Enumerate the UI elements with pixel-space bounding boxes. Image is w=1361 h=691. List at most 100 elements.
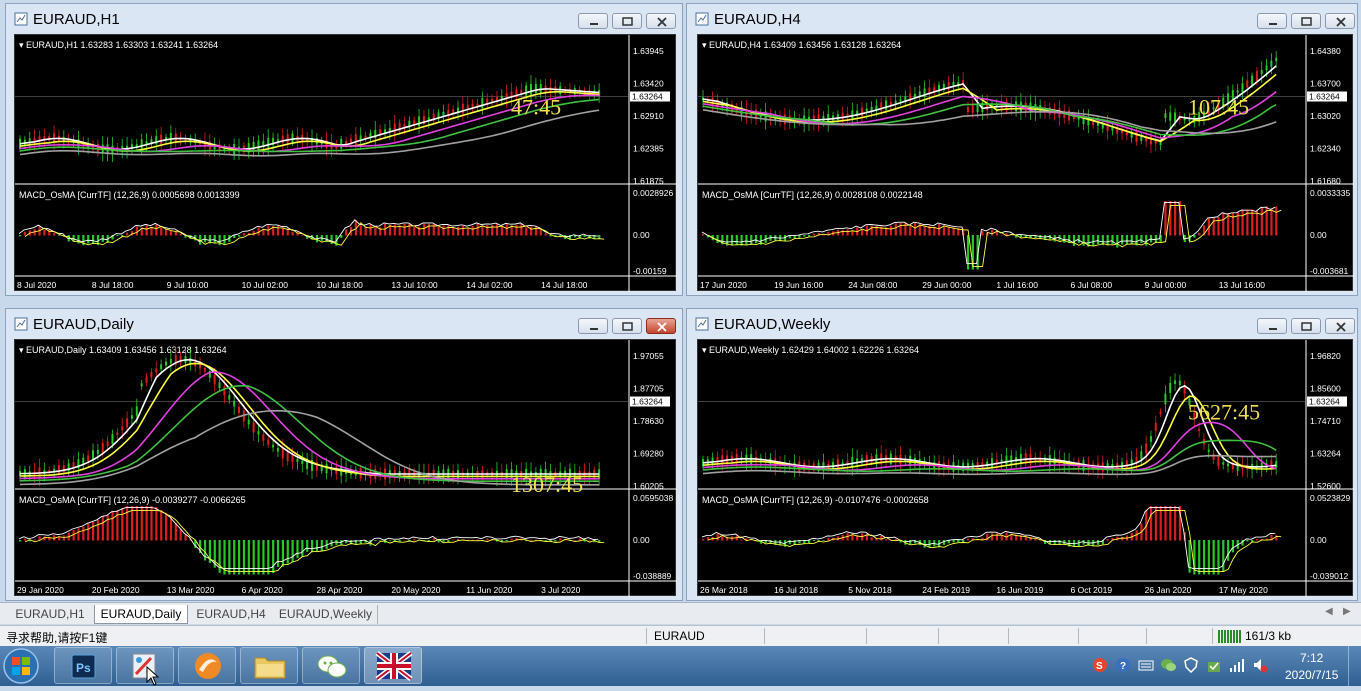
chart-header: ▾ EURAUD,Weekly 1.62429 1.64002 1.62226 … [702, 345, 919, 355]
candle-body [1174, 380, 1177, 384]
window-title: EURAUD,Weekly [714, 316, 831, 333]
chart-area[interactable]: ▾ EURAUD,Weekly 1.62429 1.64002 1.62226 … [697, 339, 1354, 597]
macd-bar [1130, 235, 1133, 245]
taskbar-wechat[interactable] [302, 647, 360, 684]
close-button[interactable] [1325, 318, 1355, 334]
tray-security-icon[interactable] [1206, 657, 1222, 678]
taskbar-paint[interactable] [116, 647, 174, 684]
browser-icon [195, 653, 221, 679]
connection-bars-icon [1218, 630, 1242, 646]
macd-bar [160, 227, 163, 236]
restore-button[interactable] [612, 318, 642, 334]
macd-bar [291, 231, 294, 236]
macd-bar [1164, 201, 1167, 236]
macd-bar [398, 540, 401, 542]
tab-euraud-h1[interactable]: EURAUD,H1 [8, 605, 92, 624]
tray-network-icon[interactable] [1229, 657, 1245, 678]
clock-date[interactable]: 2020/7/15 [1285, 668, 1338, 682]
chart-window-icon [695, 12, 709, 26]
macd-bar [286, 540, 289, 564]
scroll-right-icon[interactable]: ▶ [1343, 606, 1351, 617]
tab-euraud-daily[interactable]: EURAUD,Daily [94, 605, 188, 624]
chart-area[interactable]: ▾ EURAUD,H1 1.63283 1.63303 1.63241 1.63… [14, 34, 677, 292]
price-chart[interactable]: ▾ EURAUD,H1 1.63283 1.63303 1.63241 1.63… [15, 35, 677, 292]
taskbar-explorer[interactable] [240, 647, 298, 684]
chart-window-daily[interactable]: EURAUD,Daily ▾ EURAUD,Daily 1.63409 1.63… [5, 308, 683, 601]
candle-body [223, 386, 226, 396]
chart-window-h1[interactable]: EURAUD,H1 ▾ EURAUD,H1 1.63283 1.63303 1.… [5, 3, 683, 296]
show-desktop-button[interactable] [1348, 646, 1361, 686]
macd-bar [233, 540, 236, 575]
price-tick-label: 1.63945 [633, 46, 664, 56]
chart-window-icon [695, 317, 709, 331]
macd-bar [1053, 540, 1056, 545]
macd-bar [1207, 540, 1210, 575]
tray-shield-icon[interactable] [1183, 657, 1199, 678]
close-button[interactable] [1325, 13, 1355, 29]
candle-body [860, 107, 863, 117]
restore-button[interactable] [1291, 318, 1321, 334]
taskbar-photoshop[interactable]: Ps [54, 647, 112, 684]
macd-bar [933, 226, 936, 236]
macd-bar [476, 223, 479, 236]
macd-bar [735, 235, 738, 245]
restore-button[interactable] [1291, 13, 1321, 29]
macd-bar [150, 506, 153, 541]
macd-bar [1174, 201, 1177, 236]
restore-button[interactable] [612, 13, 642, 29]
price-tick-label: 1.87705 [633, 384, 664, 394]
tab-euraud-h4[interactable]: EURAUD,H4 [190, 605, 272, 624]
macd-bar [505, 224, 508, 236]
tray-sogou-icon[interactable]: S [1092, 657, 1108, 678]
tray-help-icon[interactable]: ? [1115, 657, 1131, 678]
macd-bar [403, 223, 406, 236]
taskbar-browser[interactable] [178, 647, 236, 684]
price-chart[interactable]: ▾ EURAUD,H4 1.63409 1.63456 1.63128 1.63… [698, 35, 1354, 292]
candle-timer: 1307:45 [511, 472, 583, 497]
macd-bar [19, 235, 22, 237]
window-title-bar[interactable]: EURAUD,Weekly [687, 309, 1357, 339]
tray-keyboard-icon[interactable] [1138, 657, 1154, 678]
macd-bar [413, 227, 416, 236]
scroll-left-icon[interactable]: ◀ [1325, 606, 1333, 617]
minimize-button[interactable] [578, 318, 608, 334]
macd-bar [374, 540, 377, 541]
candle-timer: 5627:45 [1188, 400, 1260, 425]
tray-volume-icon[interactable] [1252, 657, 1268, 678]
time-tick-label: 16 Jul 2018 [774, 585, 818, 595]
close-button[interactable] [646, 13, 676, 29]
windows-start-icon[interactable] [3, 648, 39, 689]
price-chart[interactable]: ▾ EURAUD,Daily 1.63409 1.63456 1.63128 1… [15, 340, 677, 597]
price-tick-label: 1.63020 [1310, 111, 1341, 121]
macd-bar [447, 225, 450, 236]
window-title-bar[interactable]: EURAUD,H1 [6, 4, 682, 34]
minimize-button[interactable] [1257, 318, 1287, 334]
macd-bar [257, 540, 260, 575]
macd-bar [730, 235, 734, 246]
macd-bar [870, 225, 873, 236]
tab-euraud-weekly[interactable]: EURAUD,Weekly [274, 605, 378, 624]
window-title-bar[interactable]: EURAUD,Daily [6, 309, 682, 339]
window-title-bar[interactable]: EURAUD,H4 [687, 4, 1357, 34]
macd-bar [515, 225, 518, 236]
price-chart[interactable]: ▾ EURAUD,Weekly 1.62429 1.64002 1.62226 … [698, 340, 1354, 597]
minimize-button[interactable] [1257, 13, 1287, 29]
tray-wechat-icon[interactable] [1160, 657, 1176, 678]
macd-bar [1149, 506, 1153, 541]
close-button[interactable] [646, 318, 676, 334]
chart-area[interactable]: ▾ EURAUD,H4 1.63409 1.63456 1.63128 1.63… [697, 34, 1354, 292]
clock-time[interactable]: 7:12 [1300, 651, 1323, 665]
chart-area[interactable]: ▾ EURAUD,Daily 1.63409 1.63456 1.63128 1… [14, 339, 677, 597]
candle-body [530, 83, 532, 95]
macd-bar [1072, 235, 1076, 246]
taskbar-metatrader[interactable] [364, 647, 422, 684]
window-title: EURAUD,Daily [33, 316, 134, 333]
candle-body [1198, 428, 1201, 432]
chart-window-weekly[interactable]: EURAUD,Weekly ▾ EURAUD,Weekly 1.62429 1.… [686, 308, 1358, 601]
candle-body [1164, 113, 1167, 119]
minimize-button[interactable] [578, 13, 608, 29]
macd-bar [1227, 540, 1230, 561]
macd-bar [53, 233, 56, 236]
chart-window-h4[interactable]: EURAUD,H4 ▾ EURAUD,H4 1.63409 1.63456 1.… [686, 3, 1358, 296]
candle-body [116, 432, 119, 436]
